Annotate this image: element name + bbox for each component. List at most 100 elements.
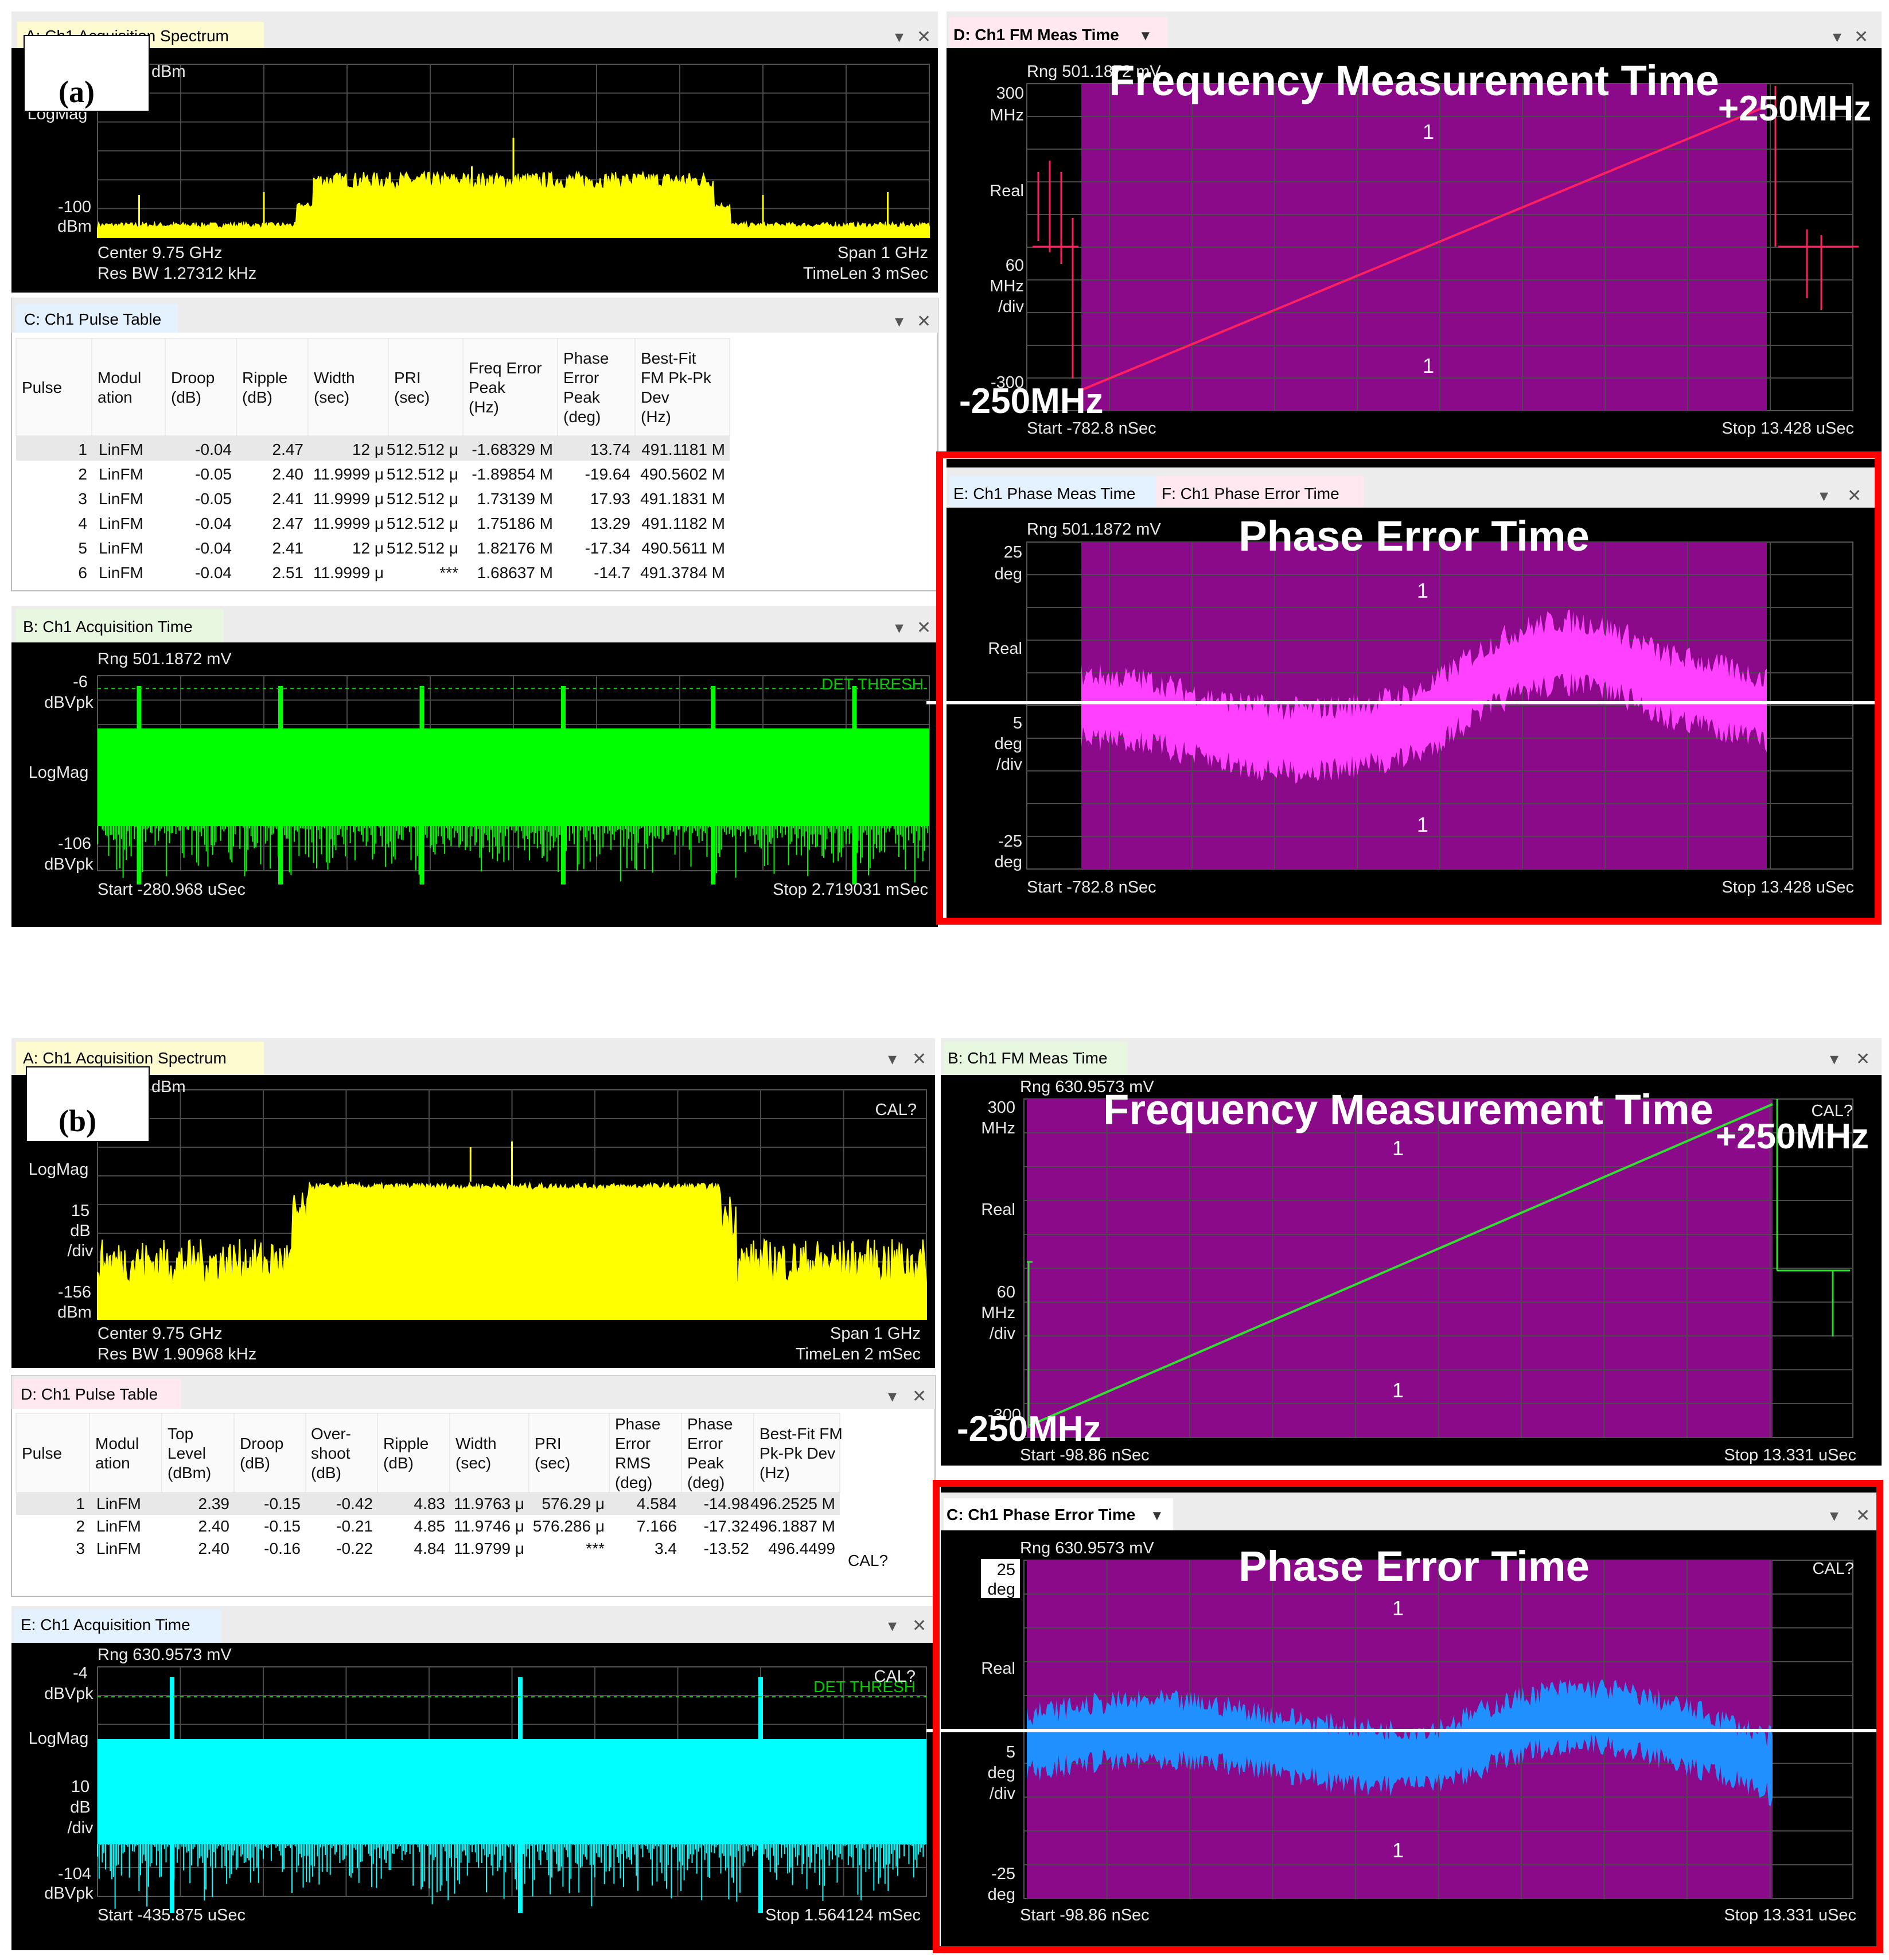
tab-label: C: Ch1 Pulse Table: [24, 310, 161, 328]
table-cell: 576.29 μ: [542, 1495, 605, 1513]
header-text: (dB): [383, 1454, 414, 1472]
bottom-value: -25: [998, 832, 1022, 851]
header-text: (dB): [311, 1464, 341, 1482]
header-text: (Hz): [469, 398, 499, 416]
column-header[interactable]: [528, 1413, 610, 1493]
pulse-spike: [517, 1677, 523, 1913]
table-cell: -0.21: [336, 1517, 373, 1535]
table-cell: 490.5602 M: [640, 465, 725, 483]
header-text: Width: [314, 369, 355, 387]
table-cell: -14.98: [704, 1495, 749, 1513]
header-text: Phase: [563, 349, 609, 367]
table-cell: -0.04: [195, 539, 232, 557]
table-cell: -0.16: [264, 1540, 301, 1557]
tab-label: C: Ch1 Phase Error Time: [947, 1506, 1135, 1523]
div-value: 5: [1006, 1743, 1015, 1762]
table-cell: 1: [78, 441, 87, 458]
dropdown-icon[interactable]: ▾: [888, 1616, 897, 1635]
res-bw: Res BW 1.27312 kHz: [98, 264, 256, 283]
table-cell: 512.512 μ: [387, 539, 458, 557]
tab-label: A: Ch1 Acquisition Spectrum: [23, 1049, 227, 1067]
column-header[interactable]: [91, 338, 166, 437]
spectrum-panel-a: A: Ch1 Acquisition Spectrum ▾ ✕ dBm LogM…: [11, 11, 938, 293]
tab-dropdown-icon[interactable]: ▼: [1139, 28, 1152, 44]
dropdown-icon[interactable]: ▾: [1820, 486, 1828, 505]
header-text: Error: [687, 1435, 723, 1452]
dropdown-icon[interactable]: ▾: [1833, 28, 1841, 46]
marker-high: +250MHz: [1718, 89, 1871, 128]
bottom-unit: dBm: [57, 217, 92, 236]
dropdown-icon[interactable]: ▾: [895, 28, 903, 46]
dropdown-icon[interactable]: ▾: [888, 1050, 897, 1069]
div-unit: MHz: [990, 277, 1024, 295]
close-icon[interactable]: ✕: [1856, 1050, 1870, 1069]
dropdown-icon[interactable]: ▾: [1830, 1506, 1839, 1525]
div-unit: MHz: [981, 1304, 1015, 1322]
bottom-unit: dBVpk: [44, 1884, 94, 1903]
close-icon[interactable]: ✕: [912, 1050, 926, 1069]
dropdown-icon[interactable]: ▾: [895, 312, 903, 331]
noise-band: [98, 1739, 926, 1844]
bottom-value: -25: [991, 1865, 1015, 1883]
close-icon[interactable]: ✕: [912, 1387, 926, 1406]
table-cell: 2.41: [272, 539, 304, 557]
column-header[interactable]: [307, 338, 389, 437]
figure-canvas: A: Ch1 Acquisition Spectrum ▾ ✕ dBm LogM…: [11, 11, 1884, 1953]
pulse-spike: [419, 686, 424, 884]
close-icon[interactable]: ✕: [917, 28, 931, 46]
column-header[interactable]: [233, 1413, 306, 1493]
pulse-table-panel-b: D: Ch1 Pulse Table ▾ ✕ Pulse Modul ation To…: [11, 1375, 936, 1597]
bottom-value: -104: [58, 1865, 91, 1883]
table-cell: -14.7: [594, 564, 630, 582]
fm-time-panel-a: D: Ch1 FM Meas Time ▼ ▾ ✕ Rng 501.1872 m…: [947, 11, 1882, 453]
table-cell: 7.166: [637, 1517, 677, 1535]
table-cell: 1: [76, 1495, 85, 1513]
table-cell: LinFM: [96, 1540, 141, 1557]
header-text: Droop: [171, 369, 215, 387]
top-unit: dBVpk: [44, 693, 94, 712]
stop-time: Stop 13.428 uSec: [1721, 878, 1854, 897]
table-cell: 2.51: [272, 564, 304, 582]
close-icon[interactable]: ✕: [1856, 1506, 1870, 1525]
table-cell: 13.74: [590, 441, 630, 458]
tab-dropdown-icon[interactable]: ▼: [1150, 1508, 1164, 1523]
close-icon[interactable]: ✕: [917, 618, 931, 637]
column-header[interactable]: [449, 1413, 529, 1493]
format-label: LogMag: [29, 763, 89, 782]
table-cell: -1.68329 M: [472, 441, 553, 458]
table-cell: -0.04: [195, 441, 232, 458]
header-text: (dBm): [168, 1464, 211, 1482]
table-cell: LinFM: [99, 515, 143, 532]
pulse-spike: [758, 1677, 763, 1913]
dropdown-icon[interactable]: ▾: [1830, 1050, 1839, 1069]
column-header[interactable]: [388, 338, 464, 437]
table-cell: ***: [439, 564, 458, 582]
column-header[interactable]: [377, 1413, 450, 1493]
plot-title: Phase Error Time: [1238, 512, 1589, 560]
dropdown-icon[interactable]: ▾: [895, 618, 903, 637]
header-text: (deg): [687, 1474, 725, 1491]
column-header[interactable]: [165, 338, 237, 437]
pulse-table: Pulse Modul ation TopLevel (dBm) Droop (dB) Ove…: [15, 1413, 888, 1569]
column-header[interactable]: [89, 1413, 162, 1493]
header-text: Width: [455, 1435, 497, 1452]
div-unit: deg: [995, 735, 1022, 753]
header-text: FM Pk-Pk: [641, 369, 712, 387]
close-icon[interactable]: ✕: [1854, 28, 1868, 46]
noise-band: [98, 728, 929, 826]
top-unit: deg: [988, 1580, 1015, 1599]
table-cell: 12 μ: [352, 539, 384, 557]
table-cell: 4.85: [414, 1517, 446, 1535]
format-label: Real: [988, 640, 1022, 658]
table-cell: 2.39: [198, 1495, 230, 1513]
close-icon[interactable]: ✕: [912, 1616, 926, 1635]
close-icon[interactable]: ✕: [917, 312, 931, 331]
close-icon[interactable]: ✕: [1847, 486, 1861, 505]
div-word: /div: [990, 1324, 1016, 1343]
column-header[interactable]: [236, 338, 309, 437]
span: Span 1 GHz: [838, 244, 928, 262]
dropdown-icon[interactable]: ▾: [888, 1387, 897, 1406]
center-freq: Center 9.75 GHz: [98, 244, 223, 262]
header-text: Error: [563, 369, 599, 387]
table-cell: 2.40: [198, 1517, 230, 1535]
